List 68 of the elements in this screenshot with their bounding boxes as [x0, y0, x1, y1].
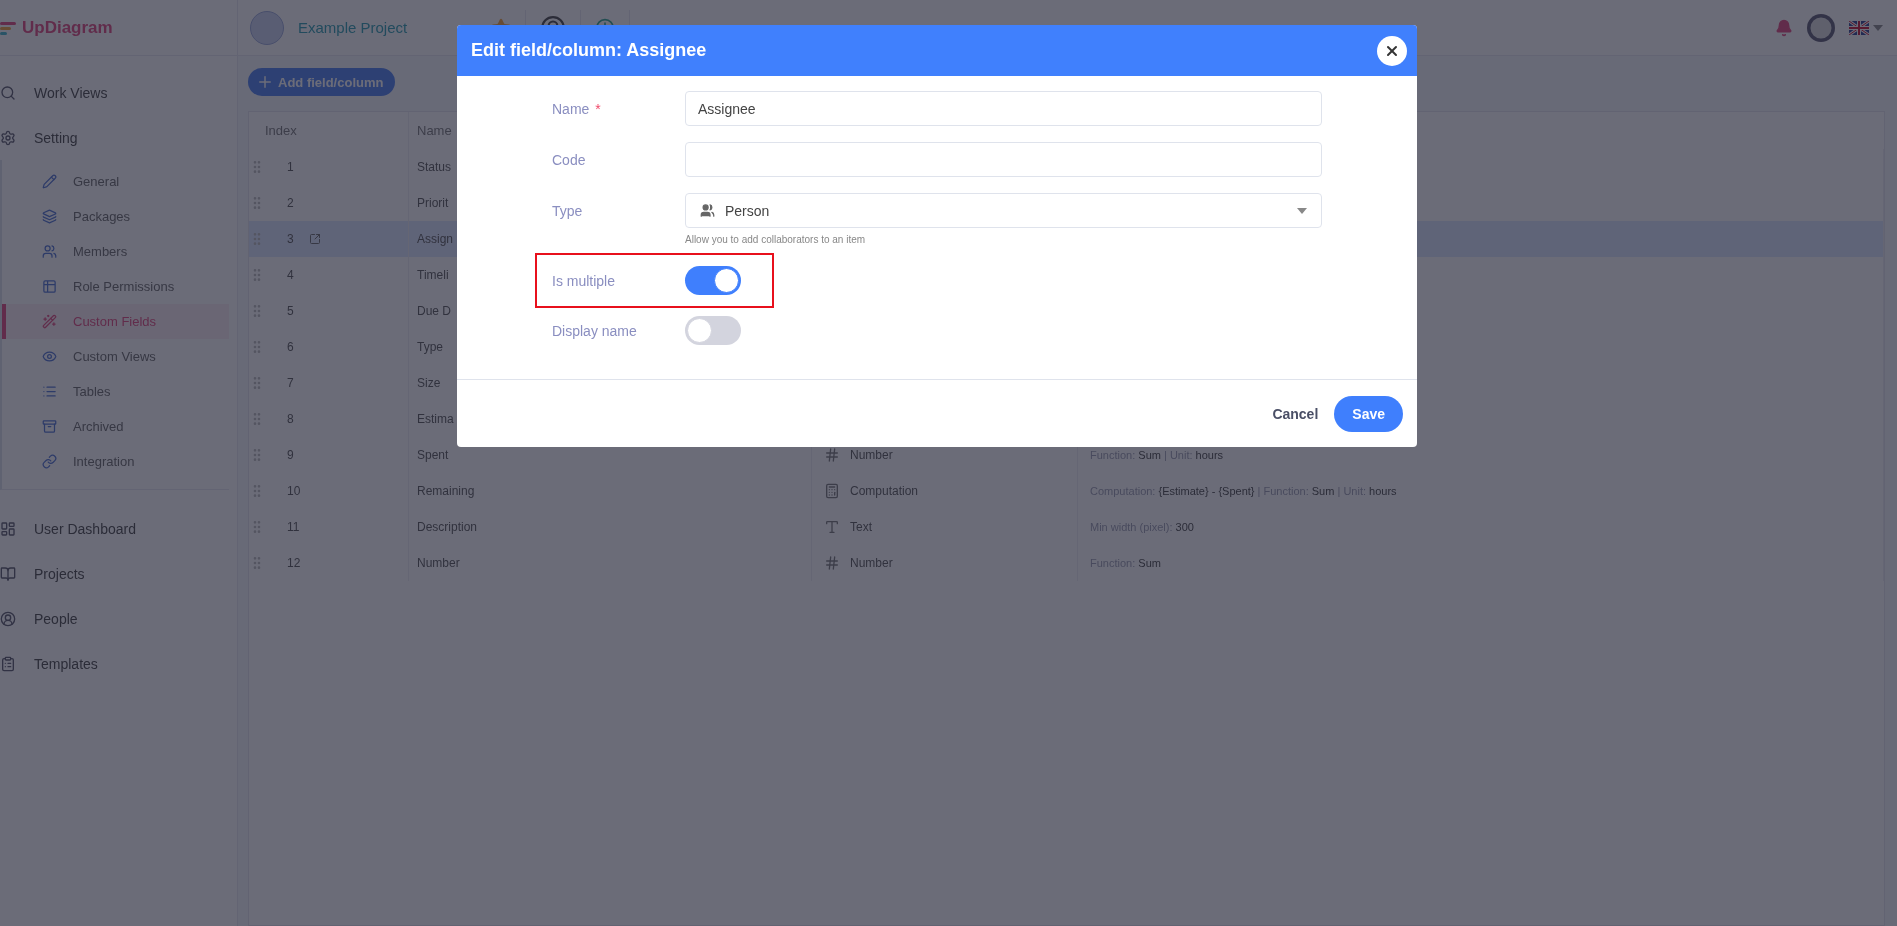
- type-cell: Text: [850, 520, 872, 534]
- type-cell: Number: [850, 448, 893, 462]
- index-cell-text: 6: [287, 340, 295, 354]
- hash-icon: [824, 555, 840, 571]
- index-cell-text: 7: [287, 376, 295, 390]
- calculator-icon: [824, 483, 840, 499]
- book-icon: [0, 565, 16, 582]
- index-cell-text: 8: [287, 412, 295, 426]
- dialog-title: Edit field/column: Assignee: [471, 40, 708, 61]
- sidebar-item[interactable]: Setting: [0, 115, 237, 160]
- field-label: Type: [552, 202, 584, 219]
- project-avatar: [250, 10, 284, 45]
- name-cell: Number: [409, 545, 812, 581]
- eye-icon: [42, 349, 57, 364]
- sidebar-item[interactable]: Templates: [0, 641, 237, 686]
- field-label: Is multiple: [552, 272, 617, 289]
- wand-icon: [42, 314, 57, 329]
- link-icon: [42, 454, 57, 469]
- toggle-switch[interactable]: [685, 316, 741, 345]
- type-select[interactable]: Person: [685, 193, 1322, 228]
- logo-text: UpDiagram: [22, 17, 113, 38]
- index-cell-text: 3: [287, 232, 295, 246]
- index-cell-text: 2: [287, 196, 295, 210]
- index-cell-text: 4: [287, 268, 295, 282]
- close-button[interactable]: [1377, 35, 1407, 66]
- plus-icon: [256, 73, 274, 91]
- pencil-icon: [42, 174, 57, 189]
- list-icon: [42, 384, 57, 399]
- project-name[interactable]: Example Project: [298, 19, 408, 36]
- logo-icon: [0, 20, 16, 35]
- sidebar-item[interactable]: People: [0, 596, 237, 641]
- text-input[interactable]: [685, 142, 1322, 177]
- layers-icon: [42, 209, 57, 224]
- sidebar-item[interactable]: Work Views: [0, 70, 237, 115]
- open-link-icon[interactable]: [309, 233, 321, 245]
- sidebar-subitem[interactable]: Custom Fields: [2, 304, 229, 339]
- users-icon: [700, 203, 715, 218]
- bell-icon[interactable]: [1775, 18, 1793, 37]
- clipboard-icon: [0, 655, 16, 672]
- save-button[interactable]: Save: [1334, 395, 1403, 432]
- type-cell: Computation: [850, 484, 919, 498]
- sidebar-item[interactable]: User Dashboard: [0, 506, 237, 551]
- text-input[interactable]: Assignee: [685, 91, 1322, 126]
- index-cell-text: 11: [287, 520, 301, 534]
- index-cell-text: 12: [287, 556, 302, 570]
- user-icon: [0, 610, 16, 627]
- caret-icon: [1873, 24, 1883, 31]
- field-label: Code: [552, 151, 587, 168]
- sidebar-item[interactable]: Projects: [0, 551, 237, 596]
- index-cell-text: 1: [287, 160, 295, 174]
- name-cell: Description: [409, 509, 812, 545]
- archive-icon: [42, 419, 57, 434]
- index-cell-text: 5: [287, 304, 295, 318]
- caret-icon: [1297, 207, 1307, 214]
- flag-icon[interactable]: [1849, 20, 1869, 35]
- user-avatar[interactable]: [1807, 13, 1835, 42]
- hash-icon: [824, 447, 840, 463]
- users-icon: [42, 244, 57, 259]
- toggle-switch[interactable]: [685, 266, 741, 295]
- type-cell: Number: [850, 556, 893, 570]
- name-cell: Remaining: [409, 473, 812, 509]
- letter-icon: [824, 519, 840, 535]
- index-cell-text: 9: [287, 448, 295, 462]
- search-icon: [0, 84, 16, 101]
- index-cell-text: 10: [287, 484, 302, 498]
- dashboard-icon: [0, 520, 16, 537]
- settings-icon: [0, 129, 16, 146]
- table-icon: [42, 279, 57, 294]
